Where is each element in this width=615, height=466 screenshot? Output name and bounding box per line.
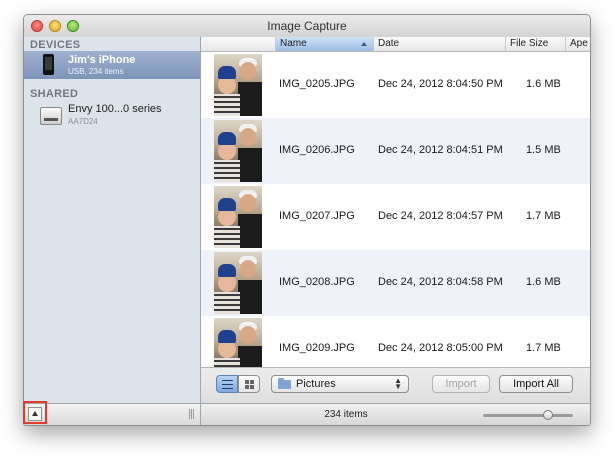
photo-thumbnail xyxy=(214,120,262,182)
import-all-button[interactable]: Import All xyxy=(499,375,573,393)
column-aperture[interactable]: Ape xyxy=(565,37,590,51)
shared-header: SHARED xyxy=(30,88,79,100)
printer-name: Envy 100...0 series xyxy=(68,103,162,115)
photo-thumbnail xyxy=(214,186,262,248)
column-header: Name Date File Size Ape xyxy=(201,37,590,52)
printer-detail: AA7D24 xyxy=(68,117,98,126)
image-capture-window: Image Capture DEVICES Jim's iPhone USB, … xyxy=(23,14,591,426)
title-bar: Image Capture xyxy=(24,15,590,38)
thumbnail-size-slider[interactable] xyxy=(483,410,573,420)
devices-header: DEVICES xyxy=(30,39,81,51)
photo-thumbnail xyxy=(214,252,262,314)
chevron-up-down-icon: ▲ ▼ xyxy=(394,376,402,391)
file-date: Dec 24, 2012 8:04:51 PM xyxy=(378,144,503,156)
table-row[interactable]: IMG_0206.JPG Dec 24, 2012 8:04:51 PM 1.5… xyxy=(201,118,590,184)
import-destination-select[interactable]: Pictures ▲ ▼ xyxy=(271,375,409,393)
status-bar: 234 items xyxy=(201,403,590,425)
table-row[interactable]: IMG_0208.JPG Dec 24, 2012 8:04:58 PM 1.6… xyxy=(201,250,590,316)
table-row[interactable]: IMG_0207.JPG Dec 24, 2012 8:04:57 PM 1.7… xyxy=(201,184,590,250)
highlight-annotation xyxy=(23,401,47,424)
sort-ascending-icon xyxy=(361,42,367,46)
list-view-button[interactable] xyxy=(216,375,238,393)
sidebar-item-iphone[interactable]: Jim's iPhone USB, 234 items xyxy=(24,51,200,79)
slider-knob[interactable] xyxy=(543,410,553,420)
sidebar: DEVICES Jim's iPhone USB, 234 items SHAR… xyxy=(24,37,201,403)
file-name: IMG_0207.JPG xyxy=(279,210,355,222)
device-detail: USB, 234 items xyxy=(68,67,124,76)
item-count: 234 items xyxy=(324,409,368,420)
file-size: 1.5 MB xyxy=(526,144,561,156)
import-button[interactable]: Import xyxy=(432,375,490,393)
file-size: 1.7 MB xyxy=(526,210,561,222)
table-row[interactable]: IMG_0205.JPG Dec 24, 2012 8:04:50 PM 1.6… xyxy=(201,52,590,118)
import-destination-label: Pictures xyxy=(296,378,336,390)
file-date: Dec 24, 2012 8:04:57 PM xyxy=(378,210,503,222)
list-view-icon xyxy=(222,380,233,389)
device-name: Jim's iPhone xyxy=(68,54,136,66)
file-name: IMG_0209.JPG xyxy=(279,342,355,354)
folder-icon xyxy=(278,378,291,389)
printer-icon xyxy=(40,107,62,125)
file-size: 1.6 MB xyxy=(526,276,561,288)
file-name: IMG_0205.JPG xyxy=(279,78,355,90)
resize-grip-icon[interactable] xyxy=(189,409,195,419)
column-name[interactable]: Name xyxy=(275,37,373,51)
file-name: IMG_0206.JPG xyxy=(279,144,355,156)
file-size: 1.6 MB xyxy=(526,78,561,90)
column-date[interactable]: Date xyxy=(373,37,505,51)
window-title: Image Capture xyxy=(267,19,347,33)
icon-view-button[interactable] xyxy=(238,375,260,393)
column-name-label: Name xyxy=(280,38,307,49)
import-toolbar: Pictures ▲ ▼ Import Import All xyxy=(201,367,590,404)
iphone-icon xyxy=(43,54,54,75)
sidebar-footer xyxy=(24,403,201,425)
icon-grid-icon xyxy=(245,380,254,389)
file-date: Dec 24, 2012 8:04:50 PM xyxy=(378,78,503,90)
file-date: Dec 24, 2012 8:04:58 PM xyxy=(378,276,503,288)
file-name: IMG_0208.JPG xyxy=(279,276,355,288)
file-date: Dec 24, 2012 8:05:00 PM xyxy=(378,342,503,354)
column-file-size[interactable]: File Size xyxy=(505,37,565,51)
file-size: 1.7 MB xyxy=(526,342,561,354)
photo-thumbnail xyxy=(214,54,262,116)
